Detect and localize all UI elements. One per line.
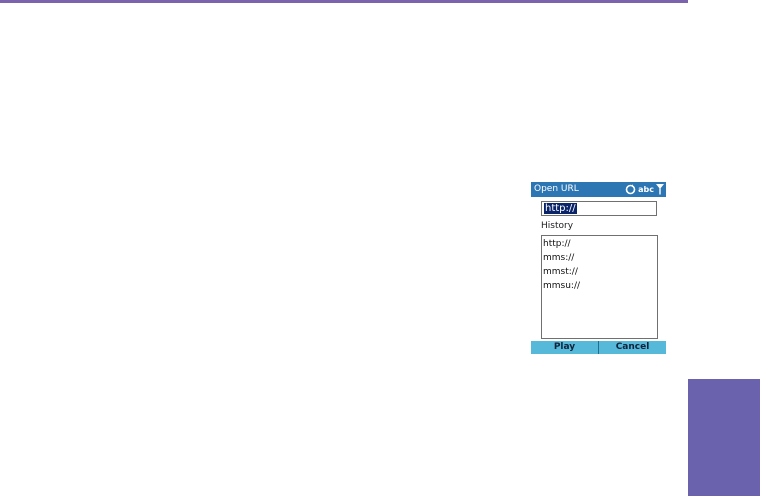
history-label: History — [541, 221, 574, 231]
sync-icon — [625, 182, 636, 199]
top-rule — [0, 0, 688, 3]
history-item-http[interactable]: http:// — [543, 237, 571, 251]
input-mode-indicator: abc — [638, 185, 654, 194]
history-item-mmst[interactable]: mmst:// — [543, 265, 578, 279]
history-item-mmsu[interactable]: mmsu:// — [543, 279, 580, 293]
title-bar: Open URL abc — [531, 182, 666, 197]
url-input[interactable]: http:// — [541, 201, 657, 216]
softkey-bar: Play Cancel — [531, 341, 666, 354]
cancel-button[interactable]: Cancel — [599, 341, 666, 354]
status-icons: abc — [625, 183, 664, 196]
window-title: Open URL — [534, 184, 579, 194]
open-url-screen: Open URL abc http:// History http:// mms… — [531, 182, 666, 354]
play-button[interactable]: Play — [531, 341, 598, 354]
history-list[interactable]: http:// mms:// mmst:// mmsu:// — [541, 235, 658, 339]
side-tab — [688, 379, 760, 496]
url-input-value: http:// — [544, 203, 577, 214]
signal-icon — [656, 182, 664, 199]
history-item-mms[interactable]: mms:// — [543, 251, 574, 265]
